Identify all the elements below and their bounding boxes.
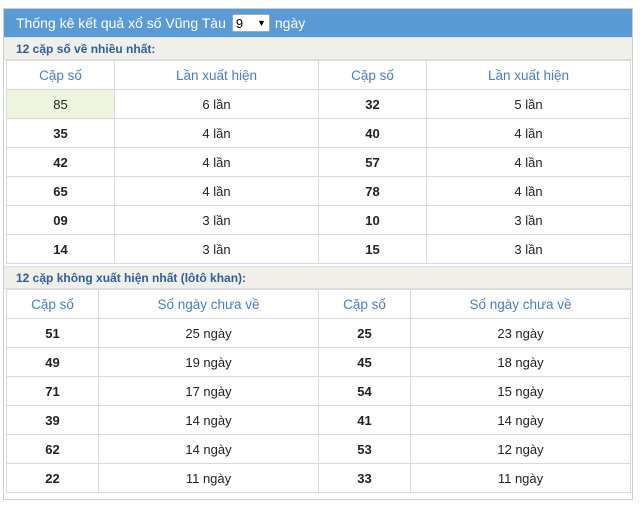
pair-number-cell: 14 [6, 234, 115, 264]
header-bar: Thống kê kết quả xổ số Vũng Tàu 9 ▼ ngày [4, 9, 632, 37]
pair-number-cell: 49 [6, 347, 99, 377]
table-row: 42 4 lần 57 4 lần [6, 147, 631, 177]
value-cell: 15 ngày [410, 376, 631, 406]
pair-number-cell: 41 [318, 405, 411, 435]
value-cell: 14 ngày [98, 405, 319, 435]
pair-number-cell: 42 [6, 147, 115, 177]
table-row: 85 6 lần 32 5 lần [6, 89, 631, 119]
pair-number-cell: 62 [6, 434, 99, 464]
value-cell: 11 ngày [98, 463, 319, 493]
section-absent-title: 12 cặp không xuất hiện nhất (lôtô khan): [4, 266, 632, 289]
pair-number-cell: 53 [318, 434, 411, 464]
value-cell: 14 ngày [410, 405, 631, 435]
pair-number-cell: 71 [6, 376, 99, 406]
col-header-pair: Cặp số [318, 60, 427, 90]
pair-number-cell: 15 [318, 234, 427, 264]
header-title-suffix: ngày [274, 15, 306, 31]
value-cell: 11 ngày [410, 463, 631, 493]
lottery-stats-panel: Thống kê kết quả xổ số Vũng Tàu 9 ▼ ngày… [3, 8, 633, 500]
table-row: 65 4 lần 78 4 lần [6, 176, 631, 206]
col-header-days: Số ngày chưa về [410, 289, 631, 319]
pair-number-cell: 85 [6, 89, 115, 119]
pair-number-cell: 57 [318, 147, 427, 177]
value-cell: 12 ngày [410, 434, 631, 464]
pair-number-cell: 10 [318, 205, 427, 235]
section-most-frequent-title: 12 cặp số về nhiều nhất: [4, 37, 632, 60]
table-row: 62 14 ngày 53 12 ngày [6, 434, 631, 464]
pair-number-cell: 39 [6, 405, 99, 435]
header-title-prefix: Thống kê kết quả xổ số Vũng Tàu [16, 15, 226, 31]
absent-table: Cặp số Số ngày chưa về Cặp số Số ngày ch… [6, 289, 631, 493]
days-select-value: 9 [235, 15, 244, 31]
value-cell: 25 ngày [98, 318, 319, 348]
value-cell: 19 ngày [98, 347, 319, 377]
col-header-pair: Cặp số [6, 289, 99, 319]
pair-number-cell: 35 [6, 118, 115, 148]
value-cell: 4 lần [114, 147, 319, 177]
most-frequent-table: Cặp số Lần xuất hiện Cặp số Lần xuất hiệ… [6, 60, 631, 264]
pair-number-cell: 09 [6, 205, 115, 235]
value-cell: 18 ngày [410, 347, 631, 377]
pair-number-cell: 33 [318, 463, 411, 493]
table-header-row: Cặp số Lần xuất hiện Cặp số Lần xuất hiệ… [6, 60, 631, 90]
table-row: 51 25 ngày 25 23 ngày [6, 318, 631, 348]
col-header-count: Lần xuất hiện [426, 60, 631, 90]
table-row: 49 19 ngày 45 18 ngày [6, 347, 631, 377]
col-header-count: Lần xuất hiện [114, 60, 319, 90]
value-cell: 3 lần [114, 234, 319, 264]
table-row: 09 3 lần 10 3 lần [6, 205, 631, 235]
value-cell: 3 lần [114, 205, 319, 235]
value-cell: 5 lần [426, 89, 631, 119]
value-cell: 3 lần [426, 205, 631, 235]
pair-number-cell: 51 [6, 318, 99, 348]
pair-number-cell: 40 [318, 118, 427, 148]
table-header-row: Cặp số Số ngày chưa về Cặp số Số ngày ch… [6, 289, 631, 319]
value-cell: 23 ngày [410, 318, 631, 348]
table-row: 71 17 ngày 54 15 ngày [6, 376, 631, 406]
value-cell: 3 lần [426, 234, 631, 264]
value-cell: 4 lần [426, 118, 631, 148]
value-cell: 17 ngày [98, 376, 319, 406]
value-cell: 6 lần [114, 89, 319, 119]
value-cell: 4 lần [426, 147, 631, 177]
value-cell: 4 lần [114, 118, 319, 148]
pair-number-cell: 22 [6, 463, 99, 493]
pair-number-cell: 78 [318, 176, 427, 206]
value-cell: 4 lần [114, 176, 319, 206]
chevron-down-icon: ▼ [256, 18, 266, 28]
pair-number-cell: 54 [318, 376, 411, 406]
col-header-pair: Cặp số [318, 289, 411, 319]
days-select[interactable]: 9 ▼ [231, 14, 270, 32]
table-row: 39 14 ngày 41 14 ngày [6, 405, 631, 435]
value-cell: 14 ngày [98, 434, 319, 464]
pair-number-cell: 65 [6, 176, 115, 206]
col-header-pair: Cặp số [6, 60, 115, 90]
pair-number-cell: 45 [318, 347, 411, 377]
table-row: 22 11 ngày 33 11 ngày [6, 463, 631, 493]
table-row: 14 3 lần 15 3 lần [6, 234, 631, 264]
pair-number-cell: 25 [318, 318, 411, 348]
col-header-days: Số ngày chưa về [98, 289, 319, 319]
table-row: 35 4 lần 40 4 lần [6, 118, 631, 148]
value-cell: 4 lần [426, 176, 631, 206]
pair-number-cell: 32 [318, 89, 427, 119]
